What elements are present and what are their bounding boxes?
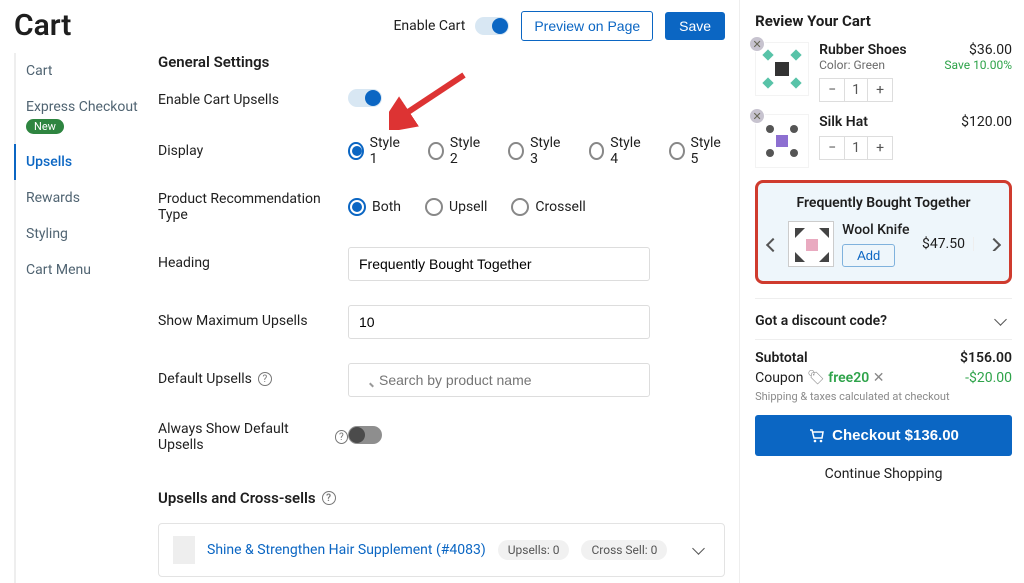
radio-style-1[interactable]: Style 1 — [348, 135, 404, 167]
chevron-down-icon — [996, 313, 1012, 329]
rectype-label: Product Recommendation Type — [158, 191, 348, 223]
qty-minus[interactable]: − — [820, 79, 844, 101]
qty-plus[interactable]: + — [868, 79, 892, 101]
product-link[interactable]: Shine & Strengthen Hair Supplement (#408… — [207, 542, 486, 558]
chevron-down-icon[interactable] — [694, 542, 710, 558]
page-title: Cart — [14, 8, 71, 43]
max-label: Show Maximum Upsells — [158, 305, 348, 329]
section-title: General Settings — [158, 53, 725, 71]
enable-upsells-label: Enable Cart Upsells — [158, 92, 348, 108]
subtotal-label: Subtotal — [755, 350, 808, 366]
product-thumb — [173, 536, 195, 564]
radio-upsell[interactable]: Upsell — [425, 198, 487, 216]
fbt-title: Frequently Bought Together — [766, 195, 1001, 211]
fbt-thumb — [788, 221, 834, 267]
sidenav-item-cart[interactable]: Cart — [14, 53, 150, 89]
heading-input[interactable] — [348, 247, 650, 281]
cart-item-sub: Color: Green — [819, 58, 934, 72]
sidenav-item-cartmenu[interactable]: Cart Menu — [14, 252, 150, 288]
sidenav-item-rewards[interactable]: Rewards — [14, 180, 150, 216]
coupon-code: free20 — [828, 370, 869, 386]
fbt-name: Wool Knife — [842, 222, 909, 238]
chevron-right-icon[interactable] — [973, 237, 1001, 251]
radio-style-5[interactable]: Style 5 — [669, 135, 725, 167]
cart-item: ✕ Rubber Shoes Color: Green −1+ $36.00 S… — [755, 42, 1012, 102]
admin-header: Cart Enable Cart Preview on Page Save — [14, 8, 725, 43]
remove-coupon-button[interactable]: ✕ — [873, 370, 885, 386]
help-icon[interactable]: ? — [335, 430, 348, 444]
upsell-chip: Upsells: 0 — [498, 540, 570, 560]
radio-style-4[interactable]: Style 4 — [589, 135, 645, 167]
cart-item-save: Save 10.00% — [944, 58, 1012, 72]
shipping-fine-print: Shipping & taxes calculated at checkout — [755, 390, 1012, 403]
preview-on-page-button[interactable]: Preview on Page — [521, 11, 653, 41]
product-card[interactable]: Shine & Strengthen Hair Supplement (#408… — [158, 523, 725, 577]
coupon-label: Coupon — [755, 370, 803, 386]
subtotal-value: $156.00 — [960, 350, 1012, 366]
chevron-left-icon[interactable] — [766, 237, 780, 251]
enable-upsells-toggle[interactable] — [348, 89, 382, 107]
discount-label: Got a discount code? — [755, 313, 887, 329]
qty-minus[interactable]: − — [820, 137, 844, 159]
qty-stepper[interactable]: −1+ — [819, 136, 893, 160]
cart-thumb: ✕ — [755, 114, 809, 168]
discount-toggle[interactable]: Got a discount code? — [755, 298, 1012, 340]
display-radio-group: Style 1 Style 2 Style 3 Style 4 Style 5 — [348, 135, 725, 167]
cart-item-name: Rubber Shoes — [819, 42, 934, 58]
coupon-value: -$20.00 — [965, 370, 1012, 386]
remove-item-button[interactable]: ✕ — [749, 108, 765, 124]
save-button[interactable]: Save — [665, 12, 725, 40]
sidenav-item-express[interactable]: Express Checkout New — [14, 89, 150, 144]
new-badge: New — [26, 119, 64, 134]
sidenav-item-styling[interactable]: Styling — [14, 216, 150, 252]
radio-crossell[interactable]: Crossell — [511, 198, 585, 216]
tag-icon: 🏷 — [807, 370, 825, 386]
preview-title: Review Your Cart — [755, 12, 1012, 30]
qty-stepper[interactable]: −1+ — [819, 78, 893, 102]
default-upsells-search[interactable] — [348, 363, 650, 397]
enable-cart-toggle[interactable] — [475, 17, 509, 35]
help-icon[interactable]: ? — [258, 372, 272, 386]
always-label: Always Show Default Upsells — [158, 421, 329, 453]
qty-plus[interactable]: + — [868, 137, 892, 159]
radio-style-2[interactable]: Style 2 — [428, 135, 484, 167]
cart-item: ✕ Silk Hat −1+ $120.00 — [755, 114, 1012, 168]
sidenav-item-label: Express Checkout — [26, 99, 138, 115]
heading-label: Heading — [158, 247, 348, 271]
fbt-add-button[interactable]: Add — [842, 244, 895, 267]
continue-shopping-link[interactable]: Continue Shopping — [755, 466, 1012, 482]
checkout-button[interactable]: Checkout $136.00 — [755, 415, 1012, 456]
sidenav-item-upsells[interactable]: Upsells — [14, 144, 150, 180]
fbt-price: $47.50 — [922, 236, 965, 252]
checkout-label: Checkout $136.00 — [832, 427, 959, 444]
cross-chip: Cross Sell: 0 — [581, 540, 667, 560]
always-default-toggle[interactable] — [348, 426, 382, 444]
radio-style-3[interactable]: Style 3 — [508, 135, 564, 167]
cross-section-title: Upsells and Cross-sells — [158, 489, 316, 507]
cart-item-price: $120.00 — [961, 114, 1012, 130]
cart-item-name: Silk Hat — [819, 114, 951, 130]
settings-area: General Settings Enable Cart Upsells Dis… — [158, 53, 725, 583]
side-nav: Cart Express Checkout New Upsells Reward… — [14, 53, 150, 583]
preview-panel: Review Your Cart ✕ Rubber Shoes Color: G… — [739, 0, 1024, 583]
default-label: Default Upsells — [158, 371, 252, 387]
max-input[interactable] — [348, 305, 650, 339]
fbt-highlight-box: Frequently Bought Together Wool Knife Ad… — [755, 180, 1012, 284]
enable-cart-label: Enable Cart — [393, 18, 465, 34]
admin-panel: Cart Enable Cart Preview on Page Save Ca… — [0, 0, 739, 583]
remove-item-button[interactable]: ✕ — [749, 36, 765, 52]
display-label: Display — [158, 143, 348, 159]
help-icon[interactable]: ? — [322, 491, 336, 505]
cart-item-price: $36.00 — [944, 42, 1012, 58]
cart-icon — [808, 428, 824, 444]
rectype-radio-group: Both Upsell Crossell — [348, 198, 725, 216]
cart-thumb: ✕ — [755, 42, 809, 96]
radio-both[interactable]: Both — [348, 198, 401, 216]
